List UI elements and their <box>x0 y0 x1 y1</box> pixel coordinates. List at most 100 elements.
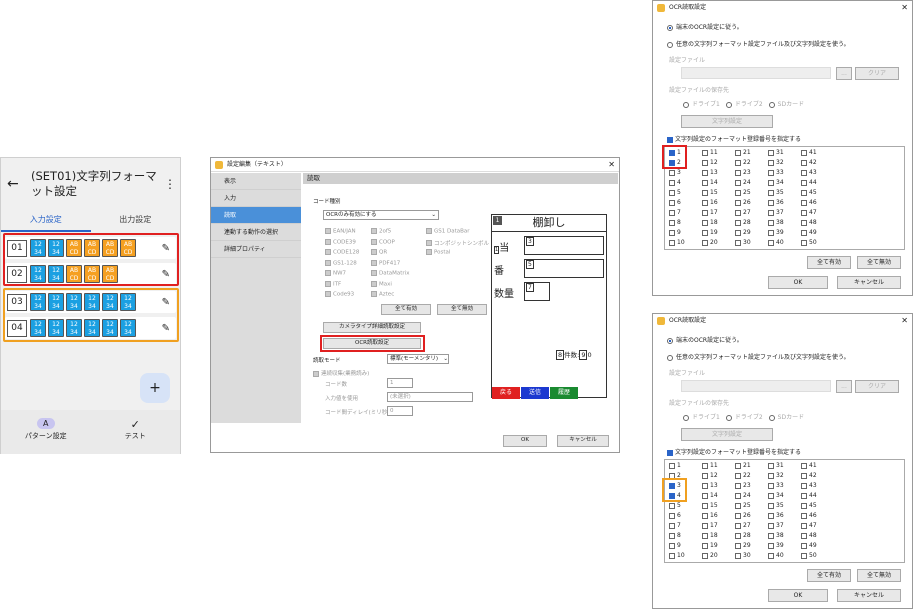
checkbox-icon[interactable] <box>702 502 708 509</box>
code-checkbox[interactable]: コンポジットシンボル <box>426 239 489 247</box>
read-mode-combo[interactable]: 標準(モーメンタリ) ⌄ <box>387 354 449 364</box>
custom-format-option[interactable]: 任意の文字列フォーマット設定ファイル及び文字列設定を使う。 <box>667 352 850 361</box>
checkbox-icon[interactable] <box>768 532 774 539</box>
disable-all-button[interactable]: 全て無効 <box>857 569 901 582</box>
string-settings-button[interactable]: 文字列設定 <box>681 428 773 441</box>
format-number-checkbox[interactable]: 4 <box>669 178 681 188</box>
checkbox-icon[interactable] <box>735 199 741 206</box>
preview-send-button[interactable]: 送信 <box>521 387 549 399</box>
specify-number-checkbox[interactable]: 文字列設定のフォーマット登録番号を指定する <box>667 447 801 456</box>
checkbox-icon[interactable] <box>768 189 774 196</box>
checkbox-icon[interactable] <box>735 189 741 196</box>
format-number-checkbox[interactable]: 49 <box>801 228 817 238</box>
format-number-checkbox[interactable]: 41 <box>801 461 817 471</box>
code-checkbox[interactable]: Code93 <box>325 291 354 298</box>
checkbox-icon[interactable] <box>702 492 708 499</box>
disable-all-button[interactable]: 全て無効 <box>437 304 487 315</box>
format-number-checkbox[interactable]: 30 <box>735 238 751 248</box>
format-number-checkbox[interactable]: 26 <box>735 511 751 521</box>
format-number-checkbox[interactable]: 17 <box>702 521 718 531</box>
nav-test[interactable]: ✓ テスト <box>91 410 181 454</box>
radio-icon[interactable] <box>667 337 673 344</box>
format-number-checkbox[interactable]: 24 <box>735 491 751 501</box>
checkbox-icon[interactable] <box>667 136 673 143</box>
format-number-checkbox[interactable]: 6 <box>669 511 681 521</box>
checkbox-icon[interactable] <box>735 149 741 156</box>
format-number-checkbox[interactable]: 1 <box>669 461 681 471</box>
code-check[interactable] <box>371 238 377 245</box>
code-checkbox[interactable]: Aztec <box>371 291 394 298</box>
format-number-checkbox[interactable]: 25 <box>735 501 751 511</box>
checkbox-icon[interactable] <box>735 229 741 236</box>
format-number-checkbox[interactable]: 8 <box>669 531 681 541</box>
format-number-checkbox[interactable]: 19 <box>702 541 718 551</box>
checkbox-icon[interactable] <box>801 462 807 469</box>
format-number-checkbox[interactable]: 7 <box>669 208 681 218</box>
back-arrow-icon[interactable]: ← <box>7 176 25 192</box>
browse-button[interactable]: ... <box>836 67 852 80</box>
format-number-checkbox[interactable]: 47 <box>801 208 817 218</box>
code-check[interactable] <box>371 270 377 276</box>
checkbox-icon[interactable] <box>768 169 774 176</box>
checkbox-icon[interactable] <box>669 512 675 519</box>
checkbox-icon[interactable] <box>801 239 807 246</box>
format-number-checkbox[interactable]: 37 <box>768 521 784 531</box>
format-number-checkbox[interactable]: 12 <box>702 471 718 481</box>
close-icon[interactable]: ✕ <box>901 1 908 15</box>
code-checkbox[interactable]: DataMatrix <box>371 270 409 277</box>
checkbox-icon[interactable] <box>702 199 708 206</box>
format-number-checkbox[interactable]: 29 <box>735 228 751 238</box>
checkbox-icon[interactable] <box>768 159 774 166</box>
checkbox-icon[interactable] <box>702 552 708 559</box>
checkbox-icon[interactable] <box>801 532 807 539</box>
preview-history-button[interactable]: 履歴 <box>550 387 578 399</box>
checkbox-icon[interactable] <box>768 239 774 246</box>
radio-icon[interactable] <box>683 414 689 421</box>
code-checkbox[interactable]: 2of5 <box>371 228 391 235</box>
string-settings-button[interactable]: 文字列設定 <box>681 115 773 128</box>
format-number-checkbox[interactable]: 43 <box>801 481 817 491</box>
checkbox-icon[interactable] <box>801 492 807 499</box>
code-check[interactable] <box>426 240 432 246</box>
checkbox-icon[interactable] <box>702 169 708 176</box>
checkbox-icon[interactable] <box>768 472 774 479</box>
format-number-checkbox[interactable]: 31 <box>768 461 784 471</box>
follow-device-option[interactable]: 端末のOCR設定に従う。 <box>667 335 743 344</box>
checkbox-icon[interactable] <box>801 199 807 206</box>
checkbox-icon[interactable] <box>669 179 675 186</box>
checkbox-icon[interactable] <box>702 532 708 539</box>
checkbox-icon[interactable] <box>768 149 774 156</box>
checkbox-icon[interactable] <box>768 219 774 226</box>
sidebar-item-linked-action[interactable]: 連動する動作の選択 <box>211 224 301 241</box>
format-number-checkbox[interactable]: 38 <box>768 218 784 228</box>
radio-icon[interactable] <box>768 414 775 421</box>
format-number-checkbox[interactable]: 26 <box>735 198 751 208</box>
code-check[interactable] <box>325 280 331 287</box>
checkbox-icon[interactable] <box>768 199 774 206</box>
drive-2-option[interactable]: ドライブ2 <box>725 414 763 421</box>
format-number-checkbox[interactable]: 6 <box>669 198 681 208</box>
clear-button[interactable]: クリア <box>855 380 899 393</box>
checkbox-icon[interactable] <box>801 482 807 489</box>
checkbox-icon[interactable] <box>702 239 708 246</box>
format-number-checkbox[interactable]: 22 <box>735 471 751 481</box>
ok-button[interactable]: OK <box>503 435 547 447</box>
radio-icon[interactable] <box>667 41 673 48</box>
format-number-checkbox[interactable]: 32 <box>768 471 784 481</box>
checkbox-icon[interactable] <box>735 512 741 519</box>
format-number-checkbox[interactable]: 15 <box>702 188 718 198</box>
checkbox-icon[interactable] <box>735 239 741 246</box>
checkbox-icon[interactable] <box>669 502 675 509</box>
format-number-checkbox[interactable]: 48 <box>801 218 817 228</box>
format-number-checkbox[interactable]: 20 <box>702 238 718 248</box>
format-number-checkbox[interactable]: 20 <box>702 551 718 561</box>
close-icon[interactable]: ✕ <box>901 314 908 328</box>
checkbox-icon[interactable] <box>702 149 708 156</box>
code-check[interactable] <box>325 249 331 255</box>
disable-all-button[interactable]: 全て無効 <box>857 256 901 269</box>
format-number-checkbox[interactable]: 28 <box>735 218 751 228</box>
checkbox-icon[interactable] <box>702 542 708 549</box>
checkbox-icon[interactable] <box>735 179 741 186</box>
code-checkbox[interactable]: GS1-128 <box>325 259 357 266</box>
format-number-checkbox[interactable]: 23 <box>735 481 751 491</box>
